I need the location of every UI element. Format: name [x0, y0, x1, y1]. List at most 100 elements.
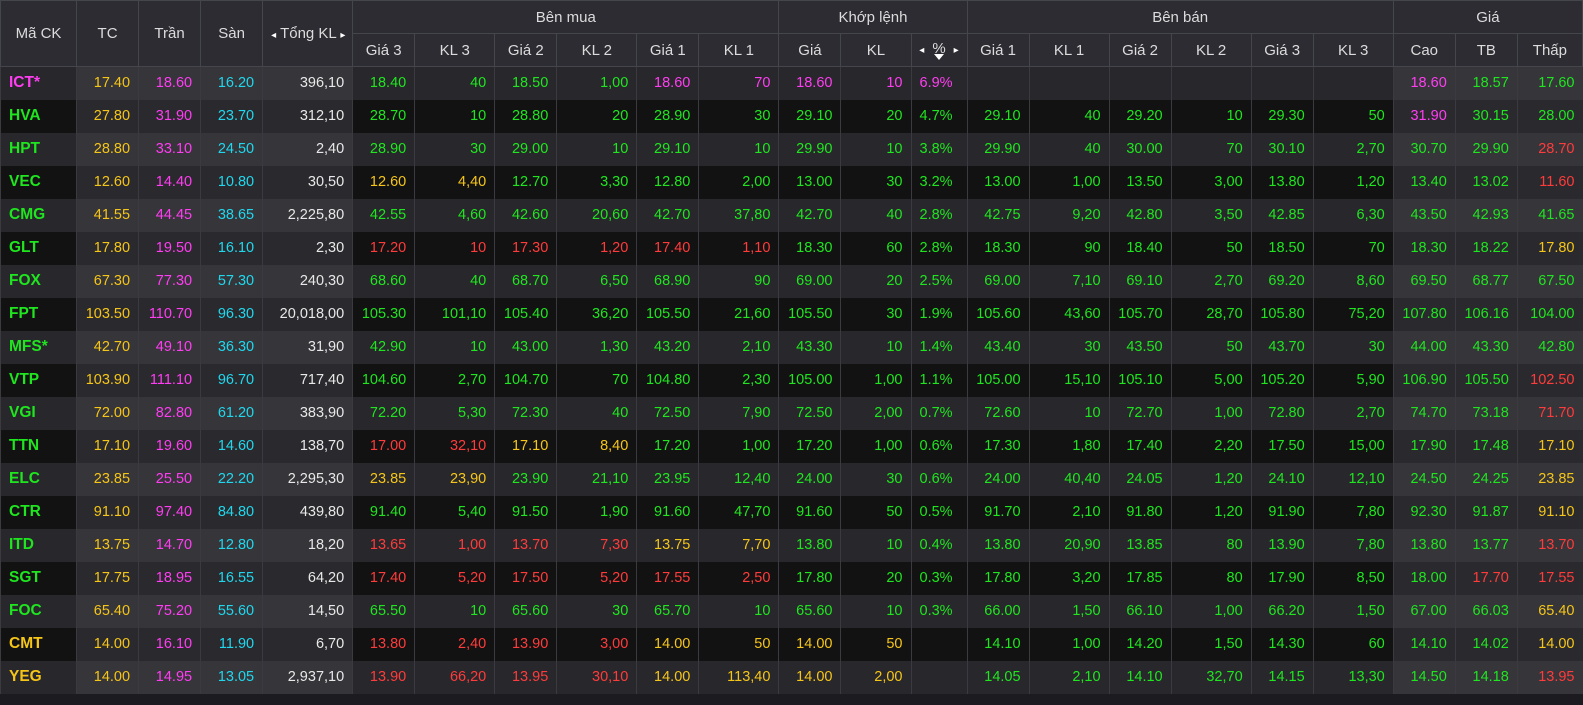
buy-vol-1-cell: 10 — [698, 132, 779, 166]
table-row[interactable]: VGI 72.00 82.80 61.20 383,90 72.20 5,30 72.30 40… — [0, 396, 1583, 430]
col-price-low[interactable]: Thấp — [1516, 33, 1583, 67]
sell-price-2-cell: 17.85 — [1108, 561, 1172, 595]
col-price-avg[interactable]: TB — [1454, 33, 1518, 67]
table-row[interactable]: GLT 17.80 19.50 16.10 2,30 17.20 10 17.30 1,20 17… — [0, 231, 1583, 265]
scroll-left-icon[interactable]: ◂ — [271, 30, 276, 41]
match-price-cell: 43.30 — [778, 330, 841, 364]
table-row[interactable]: FOC 65.40 75.20 55.60 14,50 65.50 10 65.60 30 65.… — [0, 594, 1583, 628]
col-match-vol[interactable]: KL — [840, 33, 912, 67]
table-row[interactable]: CMG 41.55 44.45 38.65 2,225,80 42.55 4,60 42.60… — [0, 198, 1583, 232]
total-vol-cell: 20,018,00 — [262, 297, 353, 331]
buy-price-3-cell: 42.90 — [352, 330, 415, 364]
table-row[interactable]: MFS* 42.70 49.10 36.30 31,90 42.90 10 43.00 1,30… — [0, 330, 1583, 364]
high-price-cell: 43.50 — [1392, 198, 1456, 232]
col-ref[interactable]: TC — [76, 0, 140, 67]
sell-price-3-cell: 18.50 — [1250, 231, 1314, 265]
floor-price-cell: 16.10 — [200, 231, 263, 265]
high-price-cell: 24.50 — [1392, 462, 1456, 496]
col-buy-kl-1[interactable]: KL 1 — [698, 33, 780, 67]
table-row[interactable]: SGT 17.75 18.95 16.55 64,20 17.40 5,20 17.50 5,2… — [0, 561, 1583, 595]
match-pct-cell: 6.9% — [910, 66, 968, 100]
buy-price-3-cell: 13.80 — [352, 627, 415, 661]
col-sell-kl-2[interactable]: KL 2 — [1170, 33, 1252, 67]
sell-price-2-cell: 14.10 — [1108, 660, 1172, 694]
buy-price-1-cell: 14.00 — [636, 660, 699, 694]
avg-price-cell: 13.02 — [1454, 165, 1518, 199]
col-sell-giá-3[interactable]: Giá 3 — [1250, 33, 1314, 67]
total-vol-cell: 31,90 — [262, 330, 353, 364]
sell-vol-2-cell — [1170, 66, 1252, 100]
table-row[interactable]: CTR 91.10 97.40 84.80 439,80 91.40 5,40 91.50 1,… — [0, 495, 1583, 529]
col-sell-giá-2[interactable]: Giá 2 — [1108, 33, 1172, 67]
buy-price-2-cell: 91.50 — [494, 495, 557, 529]
sell-price-3-cell: 14.30 — [1250, 627, 1314, 661]
match-pct-cell: 2.5% — [910, 264, 968, 298]
avg-price-cell: 29.90 — [1454, 132, 1518, 166]
buy-vol-2-cell: 20,60 — [556, 198, 637, 232]
table-row[interactable]: HVA 27.80 31.90 23.70 312,10 28.70 10 28.80 20 28… — [0, 99, 1583, 133]
ceil-price-cell: 19.60 — [138, 429, 201, 463]
buy-vol-1-cell: 1,00 — [698, 429, 779, 463]
col-buy-giá-3[interactable]: Giá 3 — [352, 33, 416, 67]
buy-vol-1-cell: 47,70 — [698, 495, 779, 529]
col-floor[interactable]: Sàn — [200, 0, 264, 67]
table-row[interactable]: VTP 103.90 111.10 96.70 717,40 104.60 2,70 104.… — [0, 363, 1583, 397]
col-match-pct[interactable]: ◂% ▸ — [910, 33, 968, 67]
avg-price-cell: 14.18 — [1454, 660, 1518, 694]
scroll-left-icon[interactable]: ◂ — [919, 45, 924, 56]
sell-price-2-cell: 72.70 — [1108, 396, 1172, 430]
scroll-right-icon[interactable]: ▸ — [340, 30, 345, 41]
table-row[interactable]: FOX 67.30 77.30 57.30 240,30 68.60 40 68.70 6,50… — [0, 264, 1583, 298]
sell-vol-1-cell: 20,90 — [1028, 528, 1110, 562]
buy-price-1-cell: 14.00 — [636, 627, 699, 661]
table-row[interactable]: HPT 28.80 33.10 24.50 2,40 28.90 30 29.00 10 29.1… — [0, 132, 1583, 166]
col-sell-giá-1[interactable]: Giá 1 — [966, 33, 1030, 67]
floor-price-cell: 12.80 — [200, 528, 263, 562]
col-buy-giá-1[interactable]: Giá 1 — [636, 33, 700, 67]
col-sell-kl-1[interactable]: KL 1 — [1028, 33, 1110, 67]
sell-vol-2-cell: 1,20 — [1170, 495, 1252, 529]
buy-vol-1-cell: 50 — [698, 627, 779, 661]
table-row[interactable]: ITD 13.75 14.70 12.80 18,20 13.65 1,00 13.70 7,3… — [0, 528, 1583, 562]
table-row[interactable]: CMT 14.00 16.10 11.90 6,70 13.80 2,40 13.90 3,00… — [0, 627, 1583, 661]
match-vol-cell: 40 — [840, 198, 911, 232]
match-price-cell: 18.60 — [778, 66, 841, 100]
buy-price-2-cell: 12.70 — [494, 165, 557, 199]
sell-vol-1-cell: 40,40 — [1028, 462, 1110, 496]
col-symbol[interactable]: Mã CK — [0, 0, 78, 67]
col-ceil[interactable]: Trần — [138, 0, 202, 67]
match-pct-cell: 1.9% — [910, 297, 968, 331]
ceil-price-cell: 16.10 — [138, 627, 201, 661]
buy-vol-2-cell: 36,20 — [556, 297, 637, 331]
sell-price-1-cell: 29.90 — [966, 132, 1030, 166]
table-row[interactable]: TTN 17.10 19.60 14.60 138,70 17.00 32,10 17.10 8… — [0, 429, 1583, 463]
high-price-cell: 30.70 — [1392, 132, 1456, 166]
scroll-right-icon[interactable]: ▸ — [954, 45, 959, 56]
col-buy-giá-2[interactable]: Giá 2 — [494, 33, 558, 67]
table-row[interactable]: FPT 103.50 110.70 96.30 20,018,00 105.30 101,1… — [0, 297, 1583, 331]
col-buy-kl-3[interactable]: KL 3 — [414, 33, 496, 67]
low-price-cell: 104.00 — [1516, 297, 1583, 331]
sell-price-1-cell — [966, 66, 1030, 100]
buy-vol-3-cell: 10 — [414, 99, 495, 133]
table-row[interactable]: ELC 23.85 25.50 22.20 2,295,30 23.85 23,90 23.9… — [0, 462, 1583, 496]
buy-price-2-cell: 17.50 — [494, 561, 557, 595]
table-row[interactable]: YEG 14.00 14.95 13.05 2,937,10 13.90 66,20 13.9… — [0, 660, 1583, 694]
sell-vol-1-cell: 1,50 — [1028, 594, 1110, 628]
col-total-vol[interactable]: ◂ Tổng KL ▸ — [262, 0, 354, 67]
buy-vol-1-cell: 7,90 — [698, 396, 779, 430]
table-row[interactable]: ICT* 17.40 18.60 16.20 396,10 18.40 40 18.50 1,0… — [0, 66, 1583, 100]
col-total-vol-label: Tổng KL — [280, 25, 337, 42]
avg-price-cell: 106.16 — [1454, 297, 1518, 331]
col-match-price[interactable]: Giá — [778, 33, 842, 67]
sell-vol-1-cell: 3,20 — [1028, 561, 1110, 595]
col-price-high[interactable]: Cao — [1392, 33, 1456, 67]
col-buy-kl-2[interactable]: KL 2 — [556, 33, 638, 67]
match-price-cell: 17.20 — [778, 429, 841, 463]
table-row[interactable]: VEC 12.60 14.40 10.80 30,50 12.60 4,40 12.70 3,3… — [0, 165, 1583, 199]
match-vol-cell: 10 — [840, 132, 911, 166]
buy-price-3-cell: 91.40 — [352, 495, 415, 529]
sell-vol-3-cell: 1,20 — [1312, 165, 1394, 199]
col-sell-kl-3[interactable]: KL 3 — [1312, 33, 1394, 67]
total-vol-cell: 6,70 — [262, 627, 353, 661]
